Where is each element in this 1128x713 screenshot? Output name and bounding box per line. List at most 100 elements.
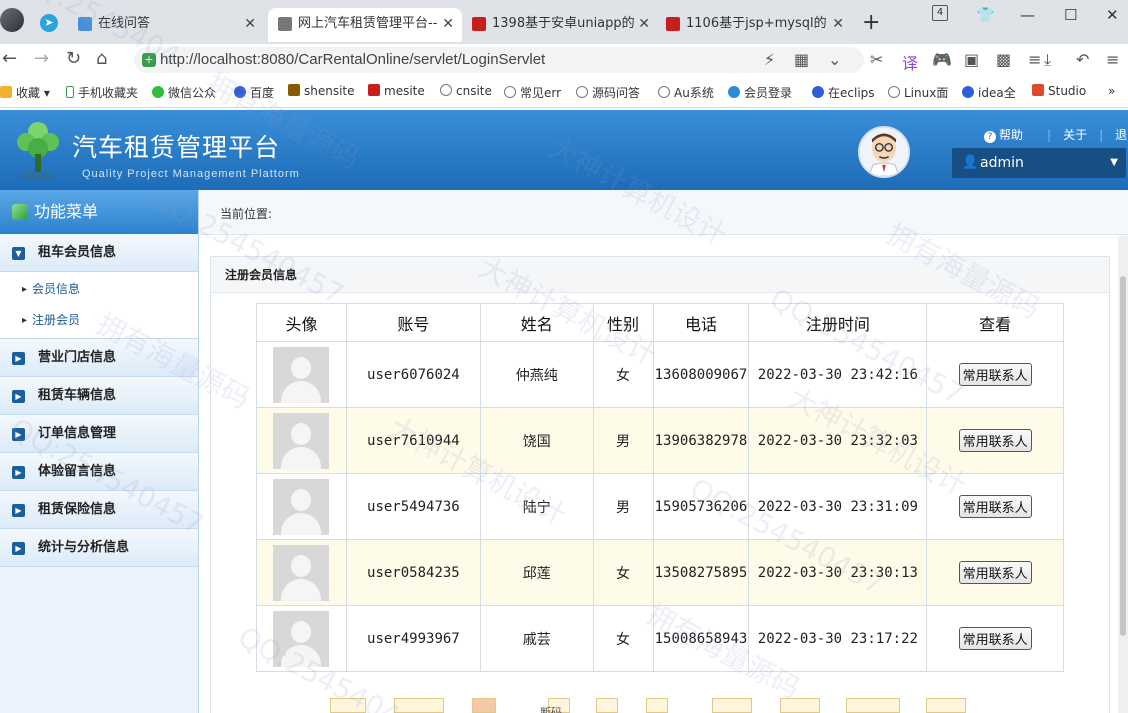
profile-avatar[interactable] bbox=[0, 8, 24, 32]
pager-button[interactable] bbox=[646, 698, 668, 713]
about-link[interactable]: 关于 bbox=[1063, 128, 1087, 142]
gender-cell: 女 bbox=[592, 341, 654, 408]
url-text[interactable]: http://localhost:8080/CarRentalOnline/se… bbox=[160, 51, 545, 68]
shirt-icon[interactable]: 👕 bbox=[976, 6, 995, 24]
bookmark-item[interactable]: 在eclips bbox=[812, 84, 875, 101]
browser-tab-2[interactable]: 网上汽车租赁管理平台-- ✕ bbox=[268, 8, 462, 42]
undo-icon[interactable]: ↶ bbox=[1076, 50, 1089, 69]
action-cell: 常用联系人 bbox=[926, 407, 1064, 474]
back-arrow-icon[interactable]: ← bbox=[2, 48, 17, 69]
home-icon[interactable]: ⌂ bbox=[96, 48, 107, 69]
pager-button[interactable] bbox=[330, 698, 366, 713]
gender-cell: 男 bbox=[592, 473, 654, 540]
tab-favicon-icon bbox=[666, 16, 680, 31]
bookmark-item[interactable]: Linux面 bbox=[888, 84, 948, 101]
sidebar-item-member-info[interactable]: 会员信息 bbox=[0, 274, 198, 305]
sidebar-group-vehicles[interactable]: ▶ 租赁车辆信息 bbox=[0, 377, 198, 415]
contacts-button[interactable]: 常用联系人 bbox=[958, 495, 1032, 518]
star-icon bbox=[0, 86, 12, 98]
sidebar-group-stores[interactable]: ▶ 营业门店信息 bbox=[0, 339, 198, 377]
user-dropdown[interactable]: 👤 admin ▼ bbox=[952, 148, 1126, 178]
studio-icon bbox=[1032, 84, 1044, 96]
bookmark-label: Au系统 bbox=[674, 86, 714, 100]
bookmark-item[interactable]: 会员登录 bbox=[728, 84, 792, 101]
contacts-button[interactable]: 常用联系人 bbox=[958, 627, 1032, 650]
address-bar: ← → ↻ ⌂ + http://localhost:8080/CarRenta… bbox=[0, 44, 1128, 76]
sidebar-group-statistics[interactable]: ▶ 统计与分析信息 bbox=[0, 529, 198, 567]
avatar-cell bbox=[256, 539, 347, 606]
close-window-icon[interactable]: ✕ bbox=[1106, 6, 1119, 24]
bookmark-item[interactable]: mesite bbox=[368, 84, 425, 98]
bookmark-item[interactable]: Studio bbox=[1032, 84, 1086, 98]
time-cell: 2022-03-30 23:30:13 bbox=[748, 539, 928, 606]
bookmark-item[interactable]: 常见err bbox=[504, 84, 561, 101]
logout-link[interactable]: 退出 bbox=[1115, 128, 1128, 142]
avatar-cell bbox=[256, 341, 347, 408]
sidebar-group-orders[interactable]: ▶ 订单信息管理 bbox=[0, 415, 198, 453]
pager-button[interactable] bbox=[596, 698, 618, 713]
name-cell: 戚芸 bbox=[479, 605, 594, 672]
pager-button[interactable] bbox=[472, 698, 496, 713]
browser-tab-3[interactable]: 1398基于安卓uniapp的 ✕ bbox=[472, 8, 658, 42]
pager-button[interactable] bbox=[846, 698, 900, 713]
apps-icon[interactable]: ▩ bbox=[996, 50, 1011, 69]
close-tab-icon[interactable]: ✕ bbox=[638, 8, 650, 40]
translate-icon[interactable]: 译 bbox=[902, 50, 918, 74]
bookmark-item[interactable]: 手机收藏夹 bbox=[66, 84, 138, 101]
contacts-button[interactable]: 常用联系人 bbox=[958, 561, 1032, 584]
bookmark-item[interactable]: 百度 bbox=[234, 84, 274, 101]
sidebar-group-members[interactable]: ▼ 租车会员信息 bbox=[0, 234, 198, 272]
bookmark-item[interactable]: shensite bbox=[288, 84, 355, 98]
more-bookmarks-icon[interactable]: » bbox=[1108, 84, 1115, 98]
bookmark-item[interactable]: cnsite bbox=[440, 84, 492, 98]
bookmark-item[interactable]: 微信公众 bbox=[152, 84, 216, 101]
bookmark-item[interactable]: Au系统 bbox=[658, 84, 714, 101]
forward-arrow-icon[interactable]: → bbox=[34, 48, 49, 69]
sidebar-item-register-member[interactable]: 注册会员 bbox=[0, 305, 198, 336]
user-avatar[interactable] bbox=[858, 126, 910, 178]
new-tab-button[interactable]: + bbox=[862, 10, 880, 35]
contacts-button[interactable]: 常用联系人 bbox=[958, 363, 1032, 386]
pager-button[interactable] bbox=[780, 698, 820, 713]
contacts-button[interactable]: 常用联系人 bbox=[958, 429, 1032, 452]
bookmark-item[interactable]: 收藏 ▾ bbox=[0, 84, 50, 101]
secure-shield-icon: + bbox=[142, 53, 156, 67]
download-icon[interactable]: ⤓ bbox=[1044, 50, 1051, 70]
bookmark-item[interactable]: idea全 bbox=[962, 84, 1016, 101]
expand-icon: ▶ bbox=[12, 542, 25, 555]
grid-icon[interactable]: ▦ bbox=[794, 50, 809, 69]
avatar-cell bbox=[256, 605, 347, 672]
pager-button[interactable] bbox=[712, 698, 752, 713]
table-row: user0584235 邱莲 女 13508275895 2022-03-30 … bbox=[256, 539, 1064, 606]
reload-icon[interactable]: ↻ bbox=[66, 48, 81, 69]
time-cell: 2022-03-30 23:32:03 bbox=[748, 407, 928, 474]
bookmark-item[interactable]: 源码问答 bbox=[576, 84, 640, 101]
page-scrollbar[interactable] bbox=[1118, 236, 1128, 713]
maximize-icon[interactable]: ☐ bbox=[1064, 6, 1077, 24]
close-tab-icon[interactable]: ✕ bbox=[442, 8, 454, 40]
scrollbar-thumb[interactable] bbox=[1120, 276, 1126, 636]
url-field[interactable]: + http://localhost:8080/CarRentalOnline/… bbox=[134, 47, 864, 73]
menu-lines-icon[interactable]: ≡ bbox=[1028, 50, 1041, 69]
scissors-icon[interactable]: ✂ bbox=[870, 50, 883, 69]
status-text: 断码 bbox=[540, 706, 562, 713]
tab-count-badge[interactable]: 4 bbox=[932, 5, 948, 21]
close-tab-icon[interactable]: ✕ bbox=[832, 8, 844, 40]
screenshot-icon[interactable]: ▣ bbox=[964, 50, 979, 69]
help-link[interactable]: ? 帮助 bbox=[984, 128, 1035, 143]
game-icon[interactable]: 🎮 bbox=[932, 50, 952, 69]
minimize-icon[interactable]: — bbox=[1020, 6, 1035, 24]
tab-favicon-icon bbox=[78, 16, 92, 31]
telegram-icon[interactable]: ➤ bbox=[40, 14, 58, 32]
group-label: 统计与分析信息 bbox=[38, 540, 130, 555]
browser-tab-4[interactable]: 1106基于jsp+mysql的 ✕ bbox=[666, 8, 852, 42]
pager-button[interactable] bbox=[394, 698, 444, 713]
lightning-icon[interactable]: ⚡ bbox=[764, 50, 775, 69]
close-tab-icon[interactable]: ✕ bbox=[244, 8, 256, 40]
sidebar-group-messages[interactable]: ▶ 体验留言信息 bbox=[0, 453, 198, 491]
chevron-down-icon[interactable]: ⌄ bbox=[828, 50, 841, 69]
pager-button[interactable] bbox=[926, 698, 966, 713]
browser-tab-1[interactable]: 在线问答 ✕ bbox=[78, 8, 264, 42]
sidebar-group-insurance[interactable]: ▶ 租赁保险信息 bbox=[0, 491, 198, 529]
main-menu-icon[interactable]: ≡ bbox=[1106, 50, 1119, 69]
